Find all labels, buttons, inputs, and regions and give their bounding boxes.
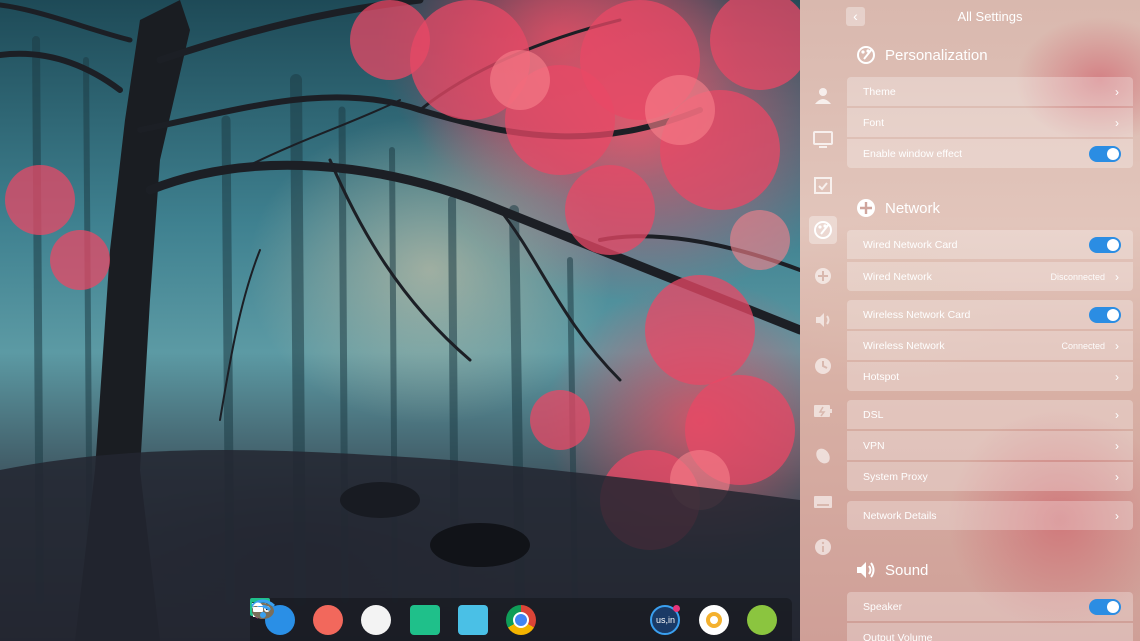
wired-card-row: Wired Network Card [847, 230, 1133, 259]
output-volume-row: Output Volume [847, 623, 1133, 641]
network-details-label: Network Details [863, 509, 937, 522]
hotspot-label: Hotspot [863, 370, 900, 383]
chevron-right-icon: › [1115, 269, 1119, 284]
output-volume-label: Output Volume [863, 631, 933, 641]
section-title-personalization: Personalization [885, 46, 988, 64]
chrome-icon[interactable] [505, 604, 536, 635]
calendar-icon[interactable] [809, 171, 837, 199]
section-personalization: Personalization [855, 43, 988, 67]
vpn-label: VPN [863, 439, 885, 452]
chevron-right-icon: › [1115, 469, 1119, 484]
personalization-section-icon [855, 44, 877, 66]
hotspot-row[interactable]: Hotspot › [847, 362, 1133, 391]
multitask-icon[interactable] [250, 599, 344, 635]
chevron-right-icon: › [1115, 508, 1119, 523]
speaker-toggle[interactable] [1089, 598, 1121, 615]
vpn-row[interactable]: VPN › [847, 431, 1133, 460]
chevron-right-icon: › [1115, 438, 1119, 453]
system-proxy-row[interactable]: System Proxy › [847, 462, 1133, 491]
wireless-card-row: Wireless Network Card [847, 300, 1133, 329]
system-proxy-label: System Proxy [863, 470, 928, 483]
notification-dot [673, 604, 681, 612]
chevron-right-icon: › [1115, 369, 1119, 384]
section-title-sound: Sound [885, 561, 929, 579]
forest-illustration [0, 0, 800, 641]
window-effect-toggle[interactable] [1089, 145, 1121, 162]
keyboard-icon[interactable] [809, 488, 837, 516]
terminal-icon[interactable] [250, 598, 440, 635]
wireless-card-toggle[interactable] [1089, 306, 1121, 323]
wireless-card-label: Wireless Network Card [863, 308, 971, 321]
wired-network-label: Wired Network [863, 270, 932, 283]
app-store-icon[interactable] [252, 603, 488, 635]
dsl-row[interactable]: DSL › [847, 400, 1133, 429]
wifi-icon[interactable] [250, 599, 632, 635]
speaker-row: Speaker [847, 592, 1133, 621]
gimp-icon[interactable] [252, 603, 584, 635]
power-icon[interactable] [809, 397, 837, 425]
chevron-right-icon: › [1115, 338, 1119, 353]
settings-header: ‹ All Settings [800, 0, 1140, 34]
mouse-icon[interactable] [809, 442, 837, 470]
wired-network-row[interactable]: Wired Network Disconnected › [847, 262, 1133, 291]
settings-panel: ‹ All Settings Personalization Theme › F… [800, 0, 1140, 641]
info-icon[interactable] [809, 533, 837, 561]
dock: us,in [250, 598, 792, 641]
android-icon[interactable] [253, 602, 777, 635]
wired-status: Disconnected [1050, 271, 1105, 282]
theme-label: Theme [863, 85, 896, 98]
font-label: Font [863, 116, 885, 129]
window-effect-label: Enable window effect [863, 147, 963, 160]
personalization-icon[interactable] [809, 216, 837, 244]
window-effect-row: Enable window effect [847, 139, 1133, 168]
clock-icon[interactable] [809, 352, 837, 380]
network-details-row[interactable]: Network Details › [847, 501, 1133, 530]
keyboard-layout-label: us,in [655, 614, 675, 625]
wireless-network-label: Wireless Network [863, 339, 945, 352]
chevron-right-icon: › [1115, 407, 1119, 422]
network-icon[interactable] [809, 262, 837, 290]
chevron-right-icon: › [1115, 84, 1119, 99]
section-network: Network [855, 196, 940, 220]
section-title-network: Network [885, 199, 941, 217]
settings-icon[interactable] [251, 599, 392, 635]
recorder-icon[interactable] [698, 604, 729, 635]
display-icon[interactable] [809, 126, 837, 154]
theme-row[interactable]: Theme › [847, 77, 1133, 106]
desktop-wallpaper: us,in [0, 0, 800, 641]
page-title: All Settings [957, 9, 1023, 24]
sound-section-icon [855, 559, 877, 581]
dsl-label: DSL [863, 408, 884, 421]
user-icon[interactable] [809, 82, 837, 110]
speaker-label: Speaker [863, 600, 903, 613]
sound-icon[interactable] [809, 306, 837, 334]
font-row[interactable]: Font › [847, 108, 1133, 137]
wireless-network-row[interactable]: Wireless Network Connected › [847, 331, 1133, 360]
keyboard-layout-icon[interactable]: us,in [650, 604, 681, 635]
wireless-status: Connected [1061, 340, 1105, 351]
network-section-icon [855, 197, 877, 219]
section-sound: Sound [855, 558, 928, 582]
chevron-right-icon: › [1115, 115, 1119, 130]
wired-card-toggle[interactable] [1089, 236, 1121, 253]
wired-card-label: Wired Network Card [863, 238, 958, 251]
